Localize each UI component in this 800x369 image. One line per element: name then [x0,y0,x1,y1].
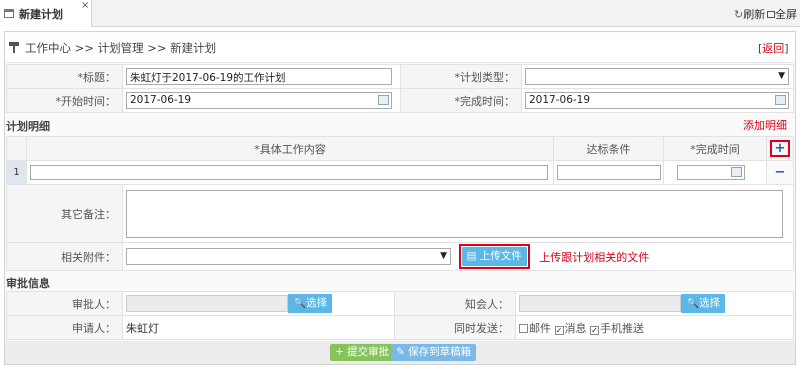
tab-bar: 新建计划 × ↻刷新 全屏 [0,0,800,27]
end-time-input[interactable]: 2017-06-19 [525,92,789,109]
signpost-icon [9,42,19,53]
tab-label: 新建计划 [19,8,63,21]
save-draft-button[interactable]: ✎ 保存到草稿箱 [391,344,477,361]
notify-label: 同时发送： [394,315,516,340]
table-row: 1 − [6,160,794,185]
refresh-icon: ↻ [734,8,744,21]
title-label: *标题： [6,64,123,89]
upload-button[interactable]: ▤ 上传文件 [461,247,527,266]
search-icon: 🔍 [686,297,700,309]
extra-form: 其它备注： 相关附件： ▼ ▤ 上传文件 上传跟计划相关的文件 [6,184,794,271]
approver-label: 审批人： [6,291,123,316]
checkbox-checked-icon: ✓ [554,325,564,335]
calendar-icon[interactable] [731,167,742,177]
document-icon [4,9,14,18]
upload-highlight: ▤ 上传文件 [458,244,530,269]
breadcrumb: 工作中心 >> 计划管理 >> 新建计划 [25,41,217,55]
plan-type-select[interactable]: ▼ [525,68,789,85]
row-index: 1 [6,160,27,185]
remark-textarea[interactable] [126,189,783,238]
attachment-label: 相关附件： [6,242,123,271]
applicant-value: 朱虹灯 [122,315,395,340]
title-input[interactable]: 朱虹灯于2017-06-19的工作计划 [126,68,392,85]
tab-new-plan[interactable]: 新建计划 × [0,0,92,27]
details-section-title: 计划明细 [6,120,50,133]
refresh-button[interactable]: ↻刷新 [734,6,765,22]
add-detail-label: 添加明细 [743,119,787,132]
checkbox-unchecked-icon [519,323,528,333]
attachment-select[interactable]: ▼ [126,248,451,265]
upload-hint: 上传跟计划相关的文件 [539,250,650,264]
chevron-down-icon: ▼ [440,251,447,261]
notify-push-checkbox[interactable]: ✓ 手机推送 [590,322,644,335]
search-icon: 🔍 [293,297,307,309]
select-cc-button[interactable]: 🔍选择 [681,294,726,313]
fullscreen-icon [767,11,775,18]
end-time-label: *完成时间： [400,88,522,113]
col-header-content: *具体工作内容 [26,136,554,161]
select-approver-button[interactable]: 🔍选择 [288,294,333,313]
remark-label: 其它备注： [6,184,123,243]
approval-form: 审批人： 🔍选择 知会人： 🔍选择 申请人： 朱虹灯 同时发送： 邮件 ✓ 消息 … [6,291,794,340]
col-header-standard: 达标条件 [553,136,664,161]
notify-message-checkbox[interactable]: ✓ 消息 [554,322,587,335]
col-header-due: *完成时间 [663,136,767,161]
edit-icon: ✎ [396,346,409,358]
plan-form: *标题： 朱虹灯于2017-06-19的工作计划 *计划类型： ▼ *开始时间：… [6,64,794,113]
remove-row-button[interactable]: − [766,160,794,185]
details-table: *具体工作内容 达标条件 *完成时间 + 1 − [6,136,794,185]
standard-input[interactable] [557,165,661,180]
due-input[interactable] [677,165,745,180]
calendar-icon[interactable] [378,95,389,105]
calendar-icon[interactable] [775,95,786,105]
cc-label: 知会人： [394,291,516,316]
plus-icon: + [335,346,348,358]
applicant-label: 申请人： [6,315,123,340]
start-time-label: *开始时间： [6,88,123,113]
approver-input[interactable] [126,295,288,312]
notify-email-checkbox[interactable]: 邮件 [519,322,551,335]
chevron-down-icon: ▼ [778,71,785,81]
cc-input[interactable] [519,295,681,312]
approval-section-title: 审批信息 [6,277,50,290]
back-link[interactable]: 返回 [762,42,784,55]
checkbox-checked-icon: ✓ [590,325,599,335]
close-icon[interactable]: × [81,0,89,11]
content-input[interactable] [30,165,548,180]
fullscreen-button[interactable]: 全屏 [767,6,797,22]
plan-type-label: *计划类型： [400,64,522,89]
start-time-input[interactable]: 2017-06-19 [126,92,392,109]
add-detail-button[interactable]: + [770,140,790,157]
file-icon: ▤ [466,250,480,262]
submit-approval-button[interactable]: + 提交审批 [330,344,395,361]
back-link-wrapper: [返回] [758,42,789,55]
